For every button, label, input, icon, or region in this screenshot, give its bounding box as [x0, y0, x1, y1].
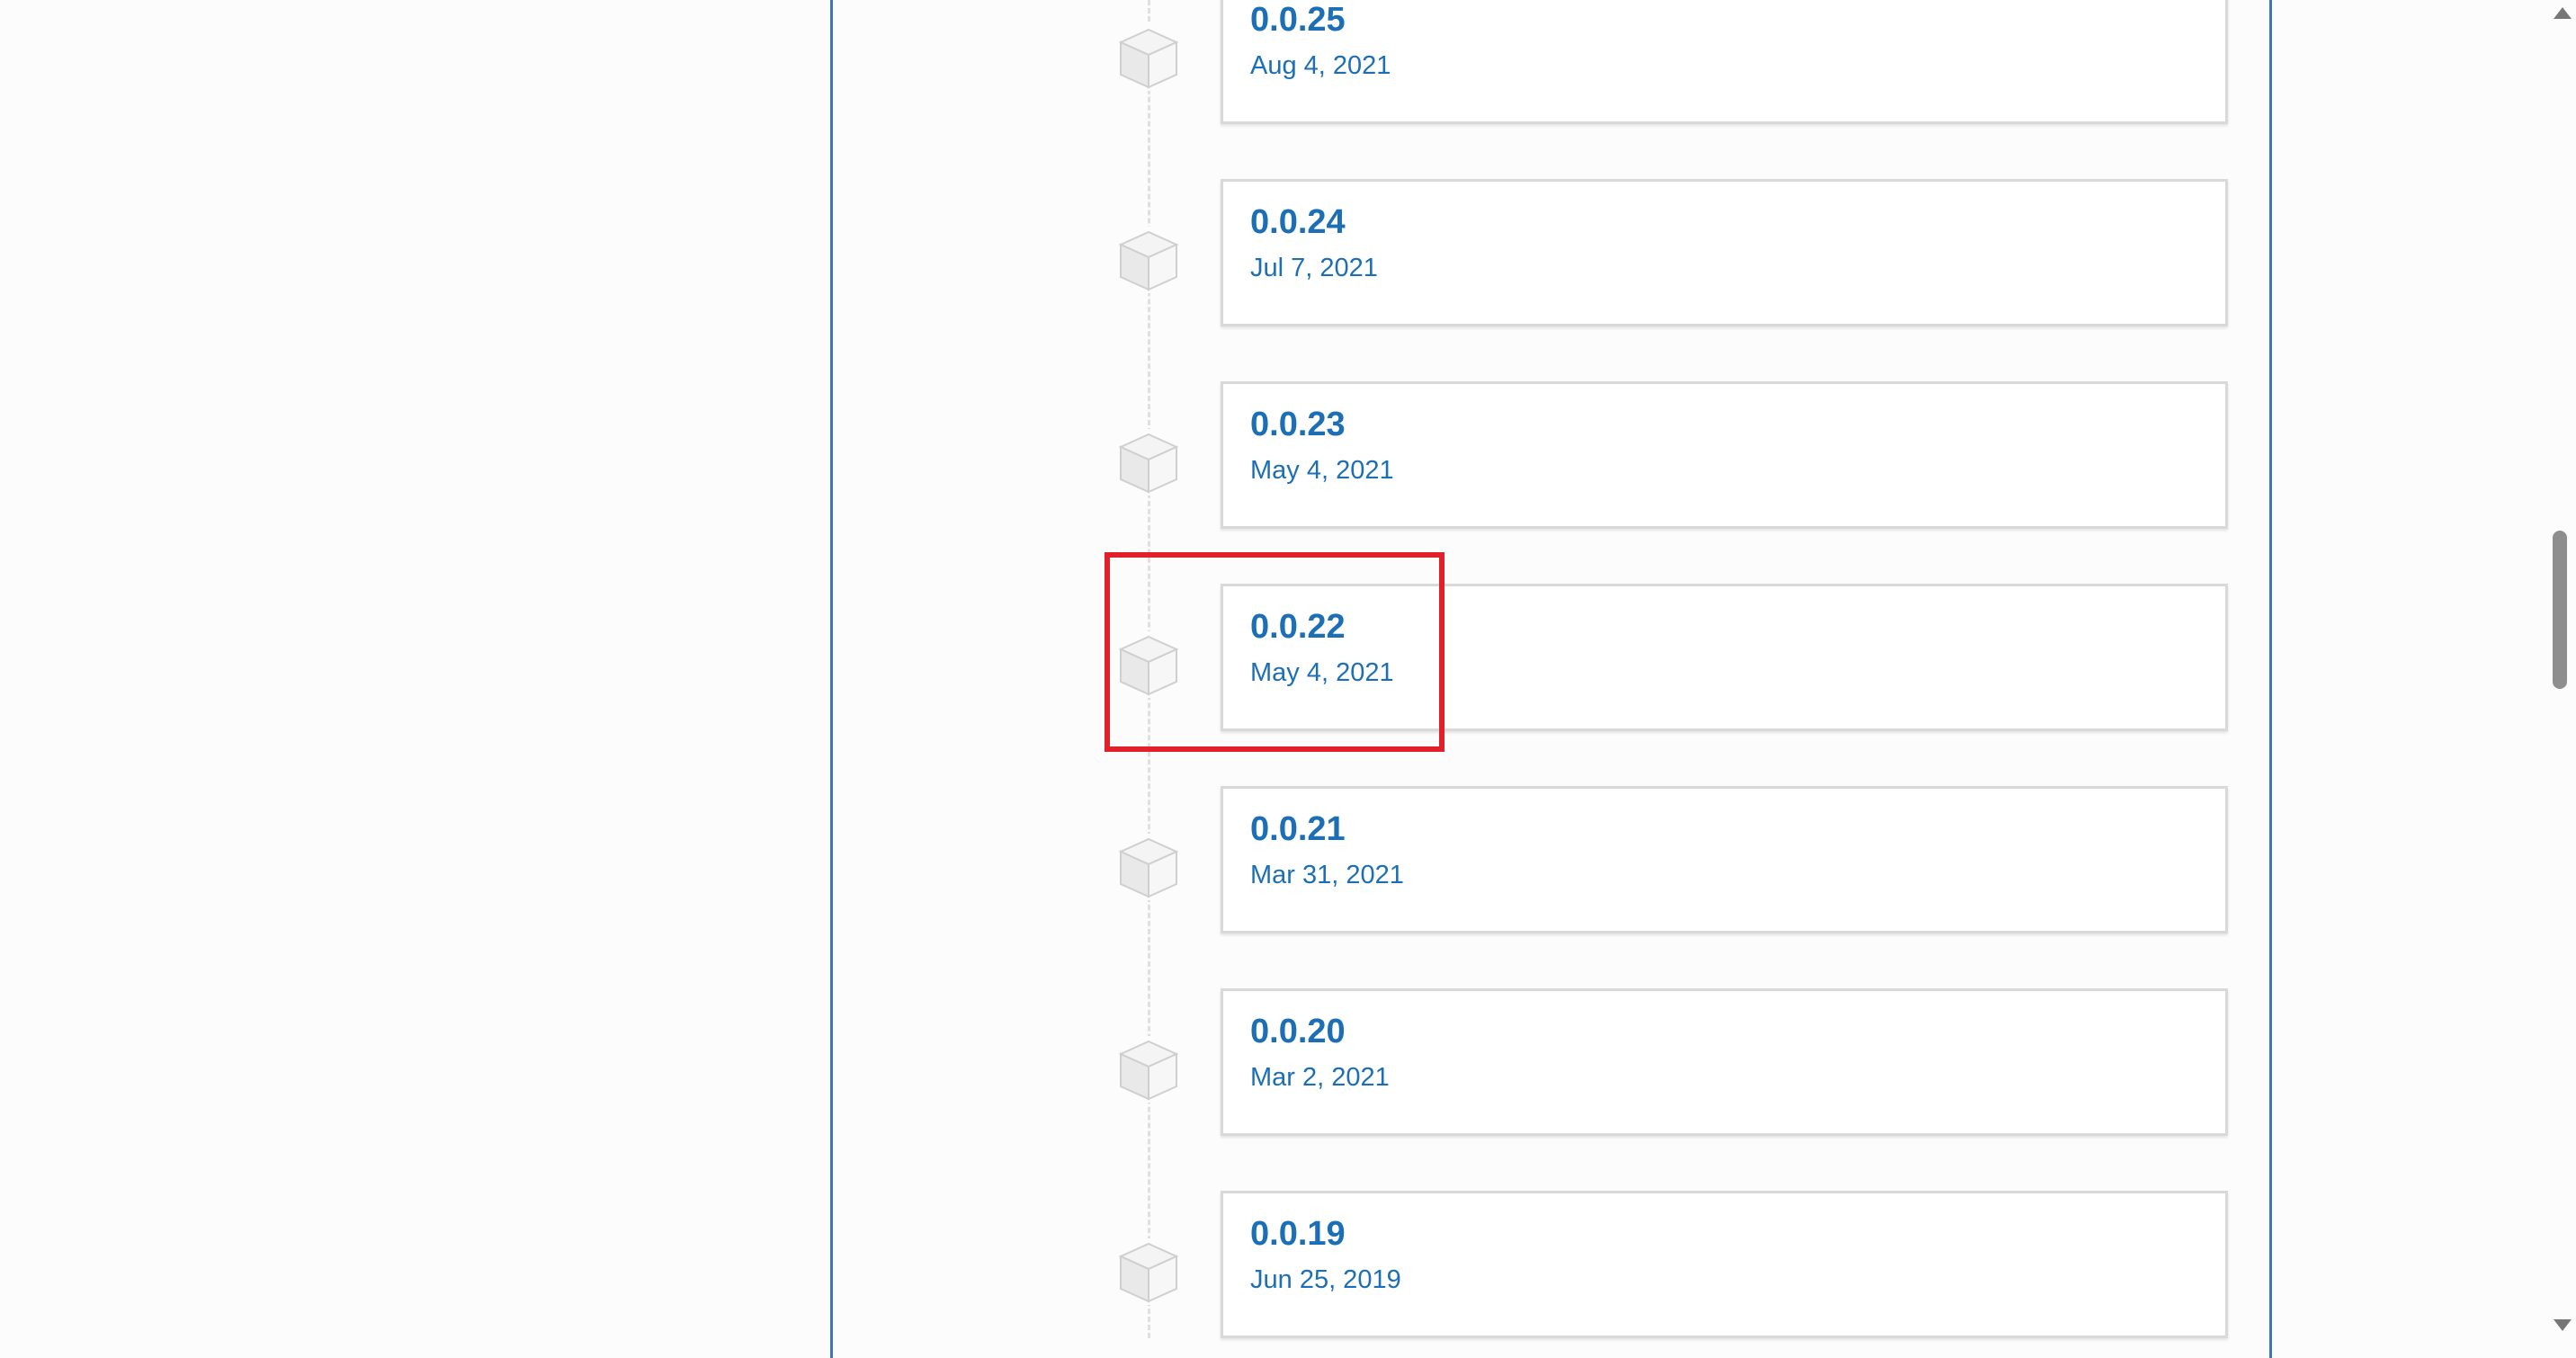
- release-version-link[interactable]: 0.0.22: [1250, 610, 1346, 644]
- release-version-link[interactable]: 0.0.25: [1250, 3, 1346, 37]
- release-version-link[interactable]: 0.0.23: [1250, 407, 1346, 442]
- release-item: 0.0.21 Mar 31, 2021: [0, 786, 2576, 937]
- release-card[interactable]: 0.0.20 Mar 2, 2021: [1221, 988, 2228, 1136]
- package-cube-icon: [1115, 1238, 1182, 1305]
- scrollbar-thumb[interactable]: [2553, 531, 2567, 689]
- release-item: 0.0.23 May 4, 2021: [0, 381, 2576, 532]
- package-cube-icon: [1115, 24, 1182, 91]
- release-item: 0.0.22 May 4, 2021: [0, 584, 2576, 735]
- release-date: May 4, 2021: [1250, 456, 1394, 485]
- release-date: Mar 2, 2021: [1250, 1063, 1390, 1092]
- release-item: 0.0.19 Jun 25, 2019: [0, 1191, 2576, 1342]
- arrow-up-icon[interactable]: [2554, 7, 2572, 19]
- release-card[interactable]: 0.0.22 May 4, 2021: [1221, 584, 2228, 731]
- package-cube-icon: [1115, 1036, 1182, 1103]
- release-date: May 4, 2021: [1250, 658, 1394, 687]
- release-version-link[interactable]: 0.0.24: [1250, 205, 1346, 239]
- release-date: Jun 25, 2019: [1250, 1265, 1401, 1294]
- scrollbar[interactable]: [2547, 0, 2576, 1338]
- release-card[interactable]: 0.0.25 Aug 4, 2021: [1221, 0, 2228, 124]
- release-item: 0.0.25 Aug 4, 2021: [0, 0, 2576, 128]
- release-item: 0.0.20 Mar 2, 2021: [0, 988, 2576, 1139]
- arrow-down-icon[interactable]: [2554, 1319, 2572, 1331]
- package-cube-icon: [1115, 429, 1182, 496]
- release-item: 0.0.24 Jul 7, 2021: [0, 179, 2576, 330]
- release-card[interactable]: 0.0.23 May 4, 2021: [1221, 381, 2228, 529]
- package-cube-icon: [1115, 631, 1182, 698]
- package-cube-icon: [1115, 834, 1182, 900]
- release-date: Mar 31, 2021: [1250, 861, 1404, 889]
- release-card[interactable]: 0.0.21 Mar 31, 2021: [1221, 786, 2228, 934]
- release-version-link[interactable]: 0.0.19: [1250, 1217, 1346, 1251]
- release-card[interactable]: 0.0.24 Jul 7, 2021: [1221, 179, 2228, 326]
- release-date: Jul 7, 2021: [1250, 254, 1378, 282]
- release-version-link[interactable]: 0.0.21: [1250, 812, 1346, 846]
- release-card[interactable]: 0.0.19 Jun 25, 2019: [1221, 1191, 2228, 1338]
- release-version-link[interactable]: 0.0.20: [1250, 1014, 1346, 1049]
- release-date: Aug 4, 2021: [1250, 51, 1391, 80]
- package-cube-icon: [1115, 227, 1182, 293]
